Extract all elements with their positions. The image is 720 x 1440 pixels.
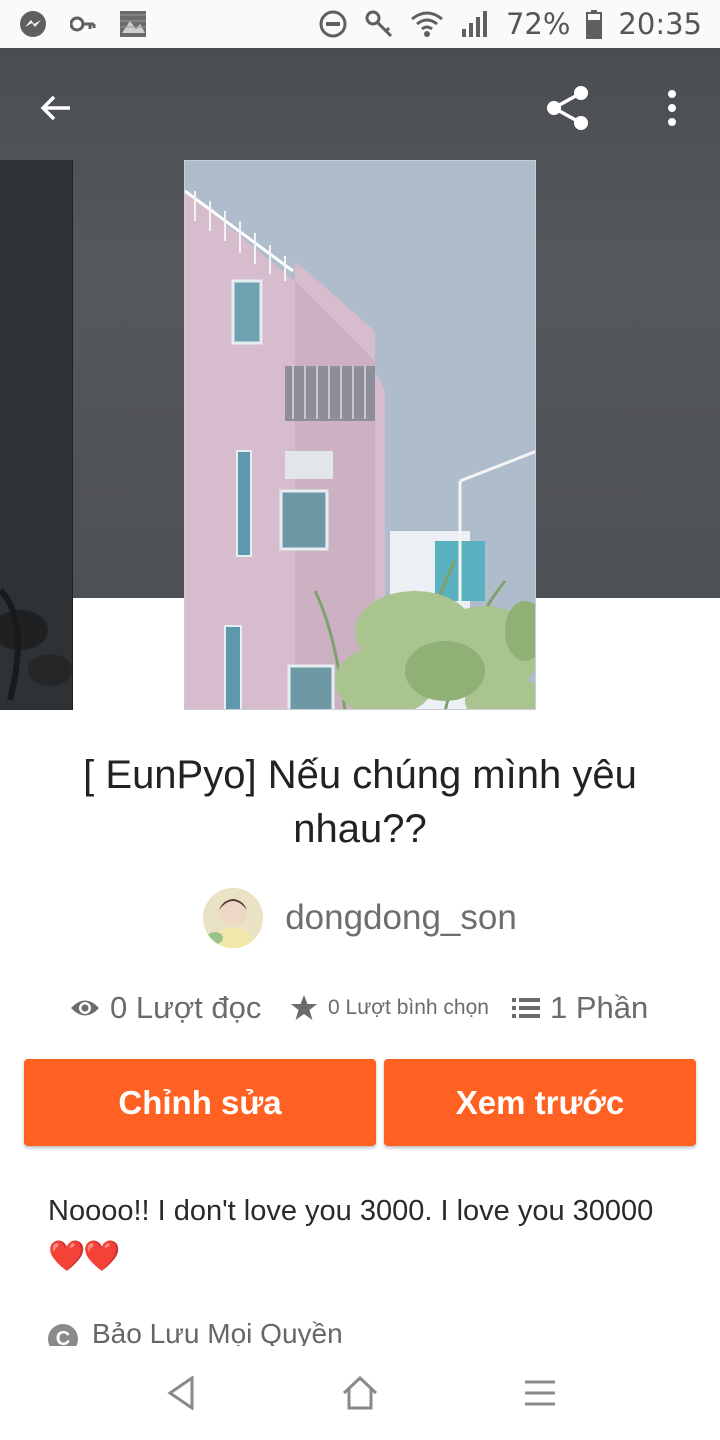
gallery-icon <box>118 9 148 39</box>
battery-icon <box>586 9 603 39</box>
do-not-disturb-icon <box>318 9 348 39</box>
reads-count: 0 Lượt đọc <box>110 990 262 1025</box>
system-navigation-bar <box>0 1346 720 1440</box>
copyright-row: C Bảo Lưu Mọi Quyền <box>48 1318 343 1346</box>
reads-stat: 0 Lượt đọc <box>70 985 261 1031</box>
parts-count: 1 Phần <box>550 990 649 1025</box>
key-icon <box>364 9 394 39</box>
list-icon <box>512 998 540 1018</box>
story-title: [ EunPyo] Nếu chúng mình yêu nhau?? <box>83 753 637 851</box>
star-icon <box>291 995 317 1020</box>
edit-button[interactable]: Chỉnh sửa <box>24 1059 376 1146</box>
nav-home-icon <box>342 1376 378 1410</box>
back-button[interactable] <box>28 80 84 136</box>
author-name[interactable]: dongdong_son <box>285 898 517 938</box>
copyright-text: Bảo Lưu Mọi Quyền <box>92 1318 343 1346</box>
share-button[interactable] <box>540 80 596 136</box>
nav-back-button[interactable] <box>156 1368 206 1418</box>
nav-menu-icon <box>525 1380 555 1406</box>
clock: 20:35 <box>618 7 702 41</box>
votes-count: 0 Lượt bình chọn <box>328 996 489 1019</box>
avatar[interactable] <box>203 888 264 948</box>
preview-button[interactable]: Xem trước <box>384 1059 696 1146</box>
copyright-icon: C <box>48 1324 78 1346</box>
story-description: Noooo!! I don't love you 3000. I love yo… <box>48 1188 678 1280</box>
description-text: Noooo!! I don't love you 3000. I love yo… <box>48 1195 654 1227</box>
share-icon <box>547 86 588 130</box>
author-row[interactable]: dongdong_son <box>0 888 720 948</box>
messenger-icon <box>18 9 48 39</box>
eye-icon <box>71 1000 99 1016</box>
key-icon <box>70 14 96 34</box>
parts-stat: 1 Phần <box>512 985 648 1031</box>
battery-percent: 72% <box>505 7 571 41</box>
previous-cover-image[interactable] <box>0 160 73 710</box>
story-stats: 0 Lượt đọc 0 Lượt bình chọn 1 Phần <box>0 985 720 1031</box>
back-arrow-icon <box>40 95 70 121</box>
heart-emoji: ❤️❤️ <box>48 1240 121 1273</box>
nav-menu-button[interactable] <box>515 1368 565 1418</box>
story-cover-image[interactable] <box>184 160 536 710</box>
more-vert-icon <box>668 90 676 126</box>
signal-icon <box>460 9 490 39</box>
wifi-icon <box>410 10 444 38</box>
votes-stat: 0 Lượt bình chọn <box>290 985 489 1031</box>
status-bar: 72% 20:35 <box>0 0 720 48</box>
more-options-button[interactable] <box>644 80 700 136</box>
nav-home-button[interactable] <box>335 1368 385 1418</box>
nav-back-icon <box>167 1376 194 1410</box>
